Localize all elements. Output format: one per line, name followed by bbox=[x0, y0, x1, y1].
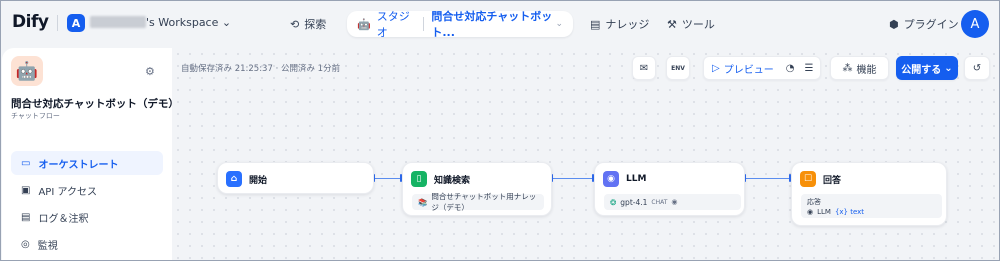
model-name: gpt-4.1 bbox=[620, 197, 648, 207]
answer-icon: ☐ bbox=[800, 171, 816, 187]
node-header: ◉ LLM bbox=[603, 171, 646, 187]
variable-name: {x} text bbox=[834, 208, 865, 216]
sidebar-item-label: 監視 bbox=[37, 240, 58, 252]
node-title: 回答 bbox=[823, 175, 842, 186]
sidebar-item-label: ログ＆注釈 bbox=[38, 213, 89, 225]
workflow-canvas[interactable]: 自動保存済み 21:25:37 · 公開済み 1分前 ✉ ENV ▷ プレビュー… bbox=[172, 48, 999, 261]
nav-studio-label: スタジオ bbox=[376, 10, 410, 39]
workflow-node-llm[interactable]: ◉ LLM ❂ gpt-4.1 CHAT ◉ bbox=[594, 162, 745, 216]
node-title: LLM bbox=[626, 174, 647, 184]
terminal-icon: ▣ bbox=[21, 184, 31, 196]
chevron-down-icon[interactable]: ⌄ bbox=[555, 19, 563, 29]
home-icon: ⌂ bbox=[226, 171, 242, 187]
log-icon: ▤ bbox=[21, 211, 31, 223]
app-sidebar: 🤖 ⚙ 問合せ対応チャットボット（デモ） チャットフロー ▭ オーケストレート … bbox=[2, 48, 179, 261]
node-title: 開始 bbox=[249, 175, 268, 186]
history-icon: ↺ bbox=[972, 62, 982, 74]
llm-source-icon: ◉ bbox=[807, 208, 814, 216]
robot-icon: 🤖 bbox=[357, 17, 371, 31]
top-navigation-bar: Dify A 's Workspace ⌄ ⟲ 探索 🤖 スタジオ 問合せ対応チャ… bbox=[0, 0, 1000, 48]
publish-button[interactable]: 公開する ⌄ bbox=[896, 56, 958, 80]
edge-knowledge-llm bbox=[552, 178, 594, 179]
workflow-node-knowledge-retrieval[interactable]: ▯ 知識検索 📚 問合せチャットボット用ナレッジ（デモ） bbox=[402, 162, 552, 216]
knowledge-base-chip: 📚 問合せチャットボット用ナレッジ（デモ） bbox=[412, 192, 544, 212]
chevron-down-icon: ⌄ bbox=[944, 62, 953, 74]
features-icon: ⁂ bbox=[842, 62, 853, 74]
user-avatar[interactable]: A bbox=[961, 10, 989, 38]
current-app-selector[interactable]: 問合せ対応チャットボット... bbox=[431, 8, 555, 40]
answer-content: 応答 ◉ LLM {x} text bbox=[801, 194, 942, 218]
nav-tools-label: ツール bbox=[681, 18, 715, 31]
variable-source: LLM bbox=[817, 208, 831, 216]
workspace-name-redacted bbox=[90, 16, 146, 28]
checklist-icon[interactable]: ☰ bbox=[804, 63, 813, 74]
node-title: 知識検索 bbox=[434, 175, 471, 186]
nav-knowledge[interactable]: ▤ ナレッジ bbox=[590, 16, 649, 32]
dify-logo[interactable]: Dify bbox=[12, 12, 49, 32]
model-mode-badge: CHAT bbox=[651, 198, 668, 206]
app-icon: 🤖 bbox=[11, 56, 43, 86]
env-button[interactable]: ENV bbox=[666, 56, 690, 80]
env-label: ENV bbox=[671, 64, 685, 72]
features-label: 機能 bbox=[856, 64, 877, 76]
version-history-button[interactable]: ↺ bbox=[964, 56, 990, 80]
tool-icon: ⚒ bbox=[667, 17, 677, 31]
llm-icon: ◉ bbox=[603, 171, 619, 187]
sidebar-item-label: API アクセス bbox=[38, 186, 97, 198]
preview-button[interactable]: ▷ プレビュー ◔ ☰ bbox=[703, 56, 821, 80]
nav-explore[interactable]: ⟲ 探索 bbox=[290, 16, 326, 32]
workspace-avatar[interactable]: A bbox=[67, 14, 85, 32]
openai-icon: ❂ bbox=[610, 197, 617, 207]
edge-llm-answer bbox=[745, 178, 791, 179]
settings-sliders-icon[interactable]: ⚙ bbox=[145, 65, 155, 78]
edge-start-knowledge bbox=[374, 178, 402, 179]
nav-studio[interactable]: 🤖 スタジオ 問合せ対応チャットボット... ⌄ bbox=[347, 8, 573, 40]
dataset-icon: 📚 bbox=[418, 197, 428, 207]
sidebar-item-api-access[interactable]: ▣ API アクセス bbox=[11, 178, 163, 202]
nav-knowledge-label: ナレッジ bbox=[605, 18, 650, 31]
nav-plugins[interactable]: ⬢ プラグイン bbox=[889, 16, 959, 32]
sidebar-item-label: オーケストレート bbox=[38, 159, 119, 171]
nav-explore-label: 探索 bbox=[304, 18, 327, 31]
sidebar-item-monitoring[interactable]: ◎ 監視 bbox=[11, 232, 163, 256]
publish-label: 公開する bbox=[901, 64, 942, 76]
node-header: ▯ 知識検索 bbox=[411, 171, 470, 187]
explore-icon: ⟲ bbox=[290, 17, 300, 31]
knowledge-base-name: 問合せチャットボット用ナレッジ（デモ） bbox=[431, 192, 537, 212]
node-header: ⌂ 開始 bbox=[226, 171, 267, 187]
knowledge-icon: ▯ bbox=[411, 171, 427, 187]
sidebar-item-logs[interactable]: ▤ ログ＆注釈 bbox=[11, 205, 163, 229]
play-icon: ▷ bbox=[712, 62, 720, 74]
monitor-icon: ◎ bbox=[21, 238, 30, 250]
workspace-selector[interactable]: 's Workspace ⌄ bbox=[146, 16, 231, 29]
run-history-icon[interactable]: ◔ bbox=[786, 63, 795, 74]
workflow-node-start[interactable]: ⌂ 開始 bbox=[217, 162, 374, 194]
app-title: 問合せ対応チャットボット（デモ） bbox=[11, 98, 179, 110]
preview-label: プレビュー bbox=[723, 64, 774, 76]
sidebar-item-orchestrate[interactable]: ▭ オーケストレート bbox=[11, 151, 163, 175]
model-chip: ❂ gpt-4.1 CHAT ◉ bbox=[604, 194, 741, 210]
chat-icon: ✉ bbox=[639, 62, 649, 74]
features-button[interactable]: ⁂ 機能 bbox=[830, 56, 889, 80]
cube-icon: ⬢ bbox=[889, 17, 899, 31]
nav-plugins-label: プラグイン bbox=[903, 18, 959, 31]
app-type: チャットフロー bbox=[11, 112, 60, 120]
divider bbox=[422, 17, 424, 31]
nav-tools[interactable]: ⚒ ツール bbox=[667, 16, 715, 32]
toggle-chat-button[interactable]: ✉ bbox=[632, 56, 656, 80]
save-status: 自動保存済み 21:25:37 · 公開済み 1分前 bbox=[181, 64, 341, 74]
eye-icon: ◉ bbox=[671, 198, 678, 206]
orchestrate-icon: ▭ bbox=[21, 157, 31, 169]
answer-label: 応答 bbox=[807, 198, 821, 206]
divider bbox=[57, 15, 58, 31]
workflow-node-answer[interactable]: ☐ 回答 応答 ◉ LLM {x} text bbox=[791, 162, 947, 226]
book-icon: ▤ bbox=[590, 17, 601, 31]
node-header: ☐ 回答 bbox=[800, 171, 841, 187]
